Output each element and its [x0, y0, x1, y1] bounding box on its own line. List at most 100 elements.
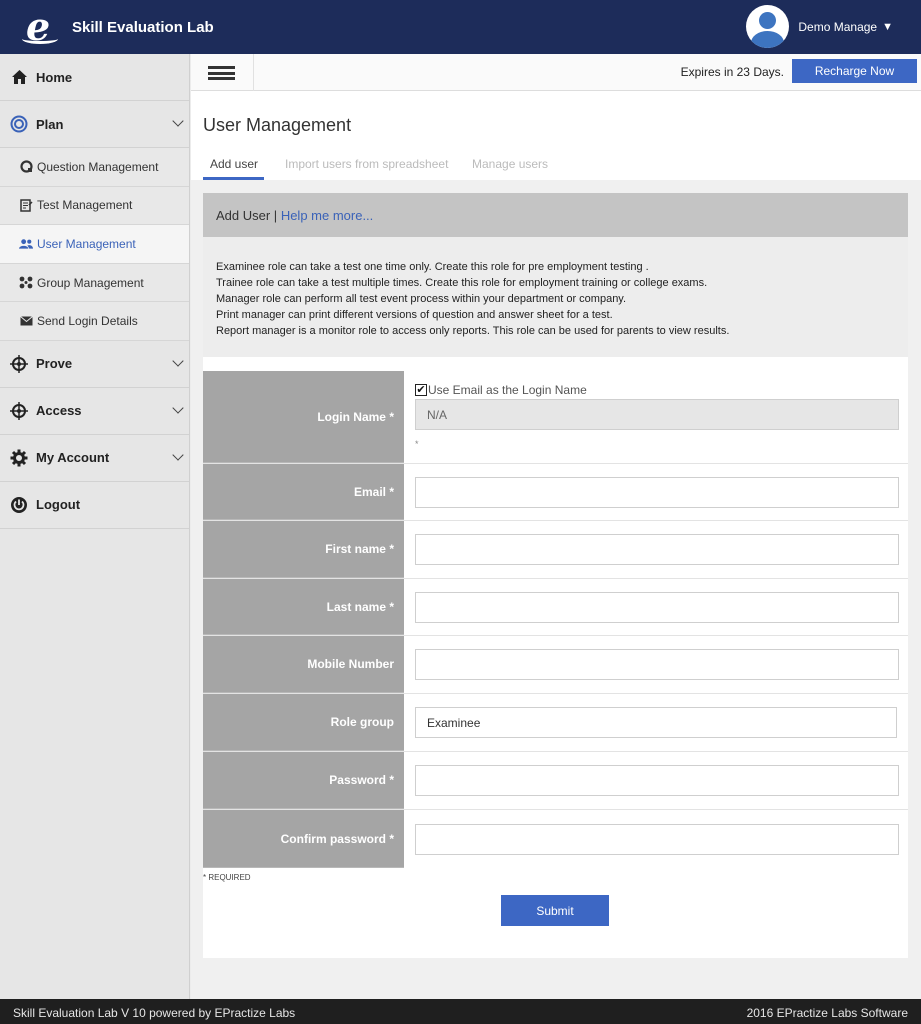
- password-row: Password *: [203, 752, 908, 810]
- sidebar-item-send-login-details[interactable]: Send Login Details: [0, 302, 189, 341]
- submit-button[interactable]: Submit: [501, 895, 609, 926]
- sidebar-item-label: Prove: [36, 356, 73, 372]
- required-note: * REQUIRED: [203, 873, 251, 882]
- confirm-password-label: Confirm password *: [203, 810, 404, 868]
- sidebar-item-user-management[interactable]: User Management: [0, 225, 189, 264]
- user-menu[interactable]: Demo Manage ▼: [746, 5, 893, 48]
- crosshair-icon: [10, 354, 28, 373]
- help-me-more-link[interactable]: Help me more...: [281, 208, 373, 223]
- info-line: Report manager is a monitor role to acce…: [216, 325, 730, 337]
- group-icon: [19, 276, 33, 289]
- footer-version: Skill Evaluation Lab V 10 powered by EPr…: [13, 1006, 296, 1020]
- sidebar-item-label: Send Login Details: [37, 314, 138, 329]
- toolbar-divider: [253, 54, 254, 91]
- mobile-label: Mobile Number: [203, 636, 404, 693]
- add-user-panel: Add User | Help me more... Examinee role…: [203, 193, 908, 958]
- users-icon: [19, 238, 33, 250]
- sidebar-item-access[interactable]: Access: [0, 388, 189, 435]
- use-email-option[interactable]: ✔ Use Email as the Login Name: [415, 383, 587, 397]
- use-email-label: Use Email as the Login Name: [428, 383, 587, 397]
- footer-copyright: 2016 EPractize Labs Software: [746, 1006, 908, 1020]
- sidebar-item-my-account[interactable]: My Account: [0, 435, 189, 482]
- hamburger-menu-icon[interactable]: [208, 66, 235, 80]
- sidebar-item-label: User Management: [37, 236, 136, 251]
- mobile-input[interactable]: [415, 649, 899, 680]
- tab-import-users[interactable]: Import users from spreadsheet: [285, 157, 448, 171]
- sidebar-item-label: Access: [36, 403, 82, 419]
- role-group-label: Role group: [203, 694, 404, 751]
- user-name[interactable]: Demo Manage: [798, 20, 877, 34]
- panel-header: Add User | Help me more...: [203, 193, 908, 237]
- test-icon: [19, 199, 33, 212]
- chevron-down-icon[interactable]: [172, 115, 184, 127]
- info-line: Trainee role can take a test multiple ti…: [216, 277, 708, 289]
- confirm-password-input[interactable]: [415, 823, 899, 855]
- first-name-row: First name *: [203, 521, 908, 579]
- avatar-icon[interactable]: [746, 5, 790, 48]
- info-line: Examinee role can take a test one time o…: [216, 261, 649, 273]
- last-name-input[interactable]: [415, 591, 899, 623]
- sidebar-item-label: Question Management: [37, 159, 159, 174]
- password-input[interactable]: [415, 765, 899, 796]
- app-logo[interactable]: e: [22, 4, 58, 49]
- add-user-form: Login Name * ✔ Use Email as the Login Na…: [203, 371, 908, 868]
- role-info: Examinee role can take a test one time o…: [203, 237, 908, 357]
- first-name-input[interactable]: [415, 534, 899, 565]
- top-bar: e Skill Evaluation Lab Demo Manage ▼: [0, 0, 921, 54]
- sidebar-item-logout[interactable]: Logout: [0, 482, 189, 529]
- sidebar-item-plan[interactable]: Plan: [0, 101, 189, 148]
- tab-manage-users[interactable]: Manage users: [472, 157, 548, 171]
- page-title: User Management: [203, 115, 352, 135]
- question-icon: [19, 160, 33, 173]
- sidebar-item-label: Group Management: [37, 275, 144, 290]
- password-label: Password *: [203, 752, 404, 809]
- target-icon: [10, 115, 28, 133]
- sidebar: Home Plan Question Management Test Manag…: [0, 54, 190, 999]
- last-name-row: Last name *: [203, 579, 908, 636]
- home-icon: [10, 68, 28, 86]
- chevron-down-icon[interactable]: [172, 402, 184, 414]
- last-name-label: Last name *: [203, 579, 404, 635]
- gear-icon: [10, 449, 28, 467]
- caret-down-icon[interactable]: ▼: [882, 21, 893, 33]
- login-name-input[interactable]: N/A: [415, 399, 899, 430]
- use-email-checkbox[interactable]: ✔: [415, 384, 427, 396]
- sidebar-item-label: My Account: [36, 450, 110, 466]
- main-content: User Management Add user Import users fr…: [191, 91, 921, 999]
- sidebar-item-home[interactable]: Home: [0, 54, 189, 101]
- email-input[interactable]: [415, 476, 899, 508]
- panel-title: Add User |: [216, 208, 278, 223]
- sidebar-item-question-management[interactable]: Question Management: [0, 148, 189, 187]
- sidebar-item-test-management[interactable]: Test Management: [0, 186, 189, 226]
- info-line: Print manager can print different versio…: [216, 309, 613, 321]
- login-name-note: *: [415, 439, 419, 449]
- logo-swoosh: [22, 34, 58, 44]
- sidebar-item-group-management[interactable]: Group Management: [0, 263, 189, 303]
- sidebar-item-label: Plan: [36, 116, 64, 132]
- recharge-now-button[interactable]: Recharge Now: [792, 59, 917, 83]
- first-name-label: First name *: [203, 521, 404, 578]
- login-name-row: Login Name * ✔ Use Email as the Login Na…: [203, 371, 908, 464]
- envelope-icon: [19, 316, 33, 326]
- active-tab-indicator: [203, 177, 264, 180]
- crosshair-icon: [10, 401, 28, 420]
- confirm-password-row: Confirm password *: [203, 810, 908, 868]
- app-title: Skill Evaluation Lab: [72, 18, 214, 36]
- email-row: Email *: [203, 464, 908, 521]
- chevron-down-icon[interactable]: [172, 355, 184, 367]
- toolbar: Expires in 23 Days. Recharge Now: [191, 54, 921, 91]
- power-icon: [10, 496, 28, 514]
- sidebar-item-prove[interactable]: Prove: [0, 341, 189, 388]
- chevron-down-icon[interactable]: [172, 449, 184, 461]
- sidebar-item-label: Home: [36, 69, 73, 85]
- sidebar-item-label: Logout: [36, 497, 81, 513]
- email-label: Email *: [203, 464, 404, 520]
- mobile-row: Mobile Number: [203, 636, 908, 694]
- role-group-row: Role group Examinee: [203, 694, 908, 752]
- sidebar-item-label: Test Management: [37, 198, 133, 213]
- role-group-select[interactable]: Examinee: [415, 707, 897, 738]
- footer: Skill Evaluation Lab V 10 powered by EPr…: [0, 999, 921, 1024]
- expiry-notice: Expires in 23 Days.: [680, 65, 784, 79]
- tab-add-user[interactable]: Add user: [210, 157, 258, 171]
- login-name-label: Login Name *: [203, 371, 404, 463]
